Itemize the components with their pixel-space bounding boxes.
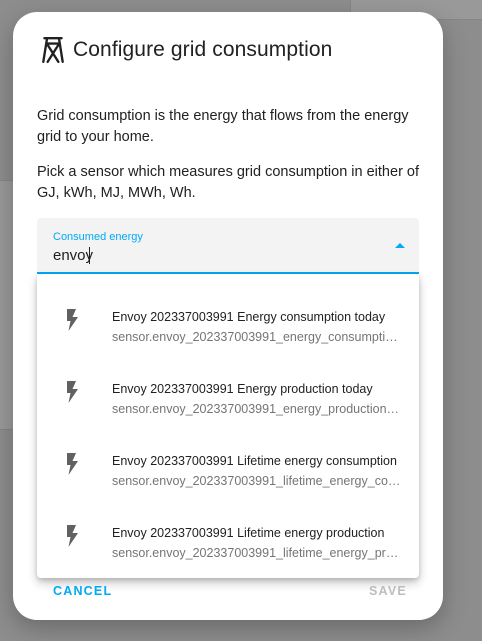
option-name: Envoy 202337003991 Lifetime energy produ… — [112, 526, 385, 540]
list-item[interactable]: Envoy 202337003991 Lifetime energy produ… — [37, 502, 419, 574]
option-name: Envoy 202337003991 Energy production tod… — [112, 382, 373, 396]
flash-icon — [67, 453, 78, 475]
flash-icon — [67, 381, 78, 403]
option-name: Envoy 202337003991 Lifetime energy consu… — [112, 454, 397, 468]
transmission-tower-icon — [42, 36, 64, 64]
dialog-header: Configure grid consumption — [40, 36, 332, 64]
option-name: Envoy 202337003991 Energy consumption to… — [112, 310, 386, 324]
dialog-instruction: Pick a sensor which measures grid consum… — [37, 164, 420, 201]
option-entity-id: sensor.envoy_202337003991_lifetime_energ… — [112, 474, 402, 488]
option-entity-id: sensor.envoy_202337003991_energy_consump… — [112, 330, 402, 344]
cancel-button[interactable]: CANCEL — [53, 584, 112, 598]
list-item[interactable]: Envoy 202337003991 Energy production tod… — [37, 358, 419, 430]
text-cursor — [89, 247, 90, 264]
flash-icon — [67, 309, 78, 331]
dialog-description: Grid consumption is the energy that flow… — [37, 108, 409, 145]
list-item[interactable]: Envoy 202337003991 Energy consumption to… — [37, 286, 419, 358]
entity-search-input[interactable] — [53, 245, 373, 265]
list-item[interactable]: Envoy 202337003991 Lifetime energy consu… — [37, 430, 419, 502]
dialog-title: Configure grid consumption — [73, 38, 333, 61]
save-button[interactable]: SAVE — [369, 584, 407, 598]
entity-suggestions-list: Envoy 202337003991 Energy consumption to… — [37, 274, 419, 578]
chevron-up-icon[interactable] — [395, 243, 405, 248]
option-entity-id: sensor.envoy_202337003991_energy_product… — [112, 402, 402, 416]
field-label: Consumed energy — [53, 231, 143, 243]
configure-grid-dialog: Configure grid consumption Grid consumpt… — [13, 12, 443, 620]
consumed-energy-combobox[interactable]: Consumed energy — [37, 218, 419, 274]
flash-icon — [67, 525, 78, 547]
option-entity-id: sensor.envoy_202337003991_lifetime_energ… — [112, 546, 402, 560]
